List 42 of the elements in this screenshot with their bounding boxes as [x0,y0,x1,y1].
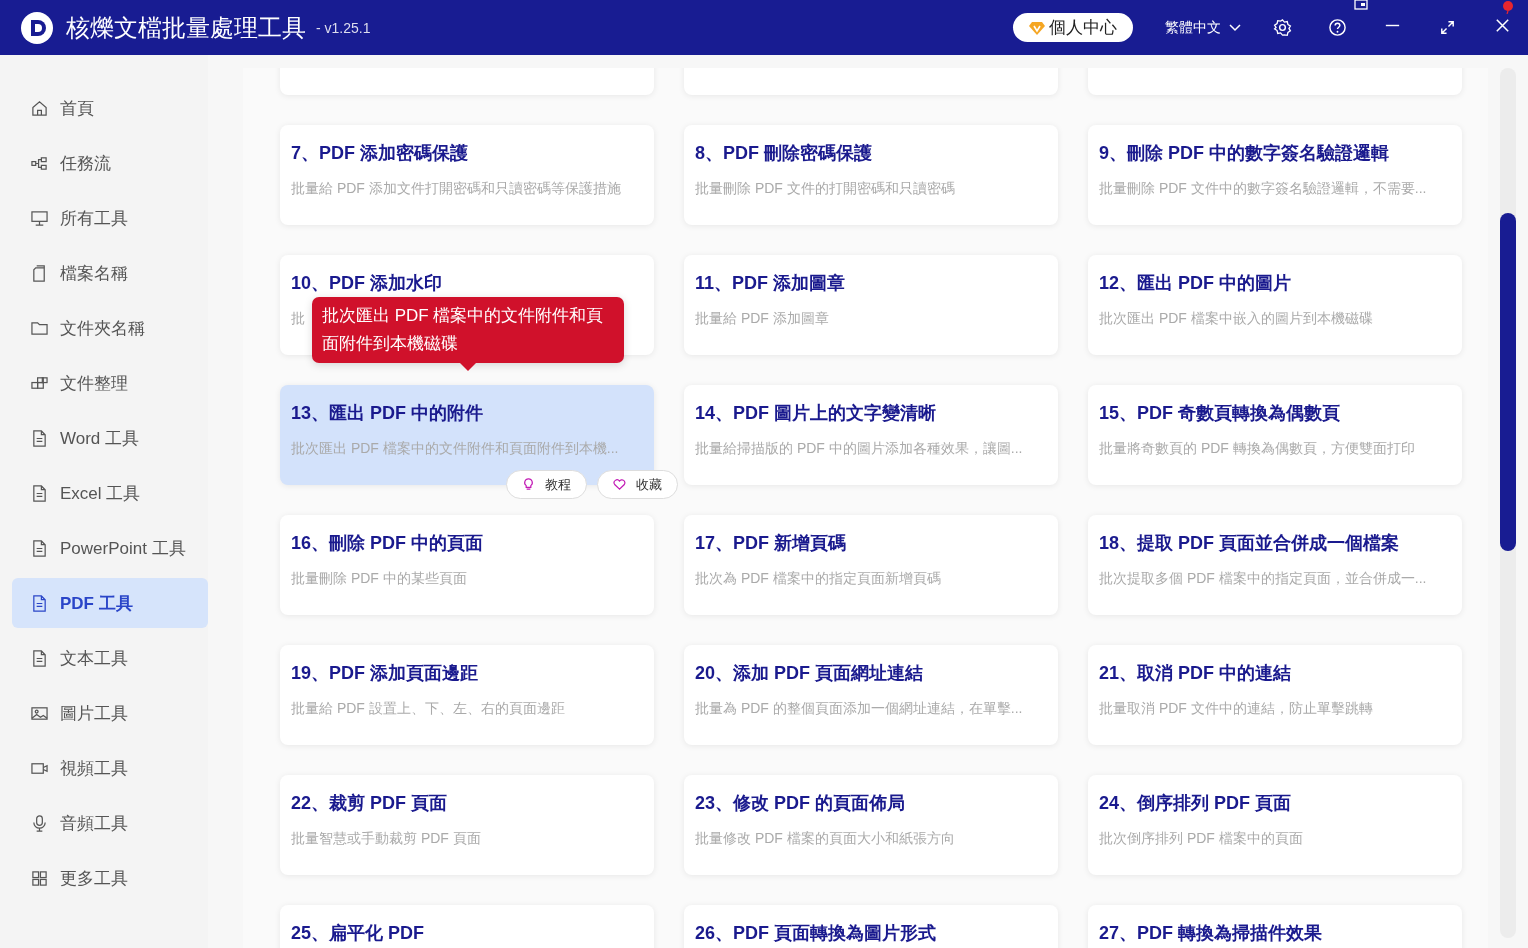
card-title: 18、提取 PDF 頁面並合併成一個檔案 [1099,532,1400,555]
card-title: 9、刪除 PDF 中的數字簽名驗證邏輯 [1099,142,1389,165]
card-title: 16、刪除 PDF 中的頁面 [291,532,484,555]
tooltip: 批次匯出 PDF 檔案中的文件附件和頁面附件到本機磁碟 [312,297,624,363]
card-description: 批量給 PDF 添加圖章 [695,310,829,328]
card-title: 24、倒序排列 PDF 頁面 [1099,792,1292,815]
card-description: 批量給 PDF 添加文件打開密碼和只讀密碼等保護措施 [291,180,621,198]
card-title: 14、PDF 圖片上的文字變清晰 [695,402,937,425]
card-title: 12、匯出 PDF 中的圖片 [1099,272,1292,295]
card-title: 13、匯出 PDF 中的附件 [291,402,484,425]
card-title: 11、PDF 添加圖章 [695,272,846,295]
card-title: 19、PDF 添加頁面邊距 [291,662,479,685]
card-description: 批 [291,310,305,328]
card-description: 批次匯出 PDF 檔案中嵌入的圖片到本機磁碟 [1099,310,1373,328]
card-description: 批次提取多個 PDF 檔案中的指定頁面，並合併成一... [1099,570,1427,588]
card-description: 批次為 PDF 檔案中的指定頁面新增頁碼 [695,570,941,588]
card-description: 批量修改 PDF 檔案的頁面大小和紙張方向 [695,830,955,848]
version-label: - v1.25.1 [316,19,371,36]
card-description: 批量刪除 PDF 文件中的數字簽名驗證邏輯，不需要... [1099,180,1427,198]
card-description: 批量智慧或手動裁剪 PDF 頁面 [291,830,481,848]
card-description: 批量刪除 PDF 中的某些頁面 [291,570,467,588]
card-title: 23、修改 PDF 的頁面佈局 [695,792,906,815]
card-title: 25、扁平化 PDF [291,922,425,945]
card-description: 批量為 PDF 的整個頁面添加一個網址連結，在單擊... [695,700,1023,718]
card-title: 26、PDF 頁面轉換為圖片形式 [695,922,937,945]
card-title: 22、裁剪 PDF 頁面 [291,792,448,815]
card-title: 10、PDF 添加水印 [291,272,443,295]
card-title: 15、PDF 奇數頁轉換為偶數頁 [1099,402,1341,425]
card-description: 批量給掃描版的 PDF 中的圖片添加各種效果，讓圖... [695,440,1023,458]
card-title: 20、添加 PDF 頁面網址連結 [695,662,924,685]
card-description: 批量給 PDF 設置上、下、左、右的頁面邊距 [291,700,565,718]
card-title: 7、PDF 添加密碼保護 [291,142,468,165]
card-description: 批量取消 PDF 文件中的連結，防止單擊跳轉 [1099,700,1373,718]
card-description: 批量將奇數頁的 PDF 轉換為偶數頁，方便雙面打印 [1099,440,1415,458]
app-title: 核爍文檔批量處理工具 [66,12,306,43]
card-title: 17、PDF 新增頁碼 [695,532,847,555]
card-description: 批次倒序排列 PDF 檔案中的頁面 [1099,830,1303,848]
card-description: 批次匯出 PDF 檔案中的文件附件和頁面附件到本機... [291,440,619,458]
card-title: 8、PDF 刪除密碼保護 [695,142,872,165]
card-title: 27、PDF 轉換為掃描件效果 [1099,922,1323,945]
card-description: 批量刪除 PDF 文件的打開密碼和只讀密碼 [695,180,955,198]
card-title: 21、取消 PDF 中的連結 [1099,662,1292,685]
